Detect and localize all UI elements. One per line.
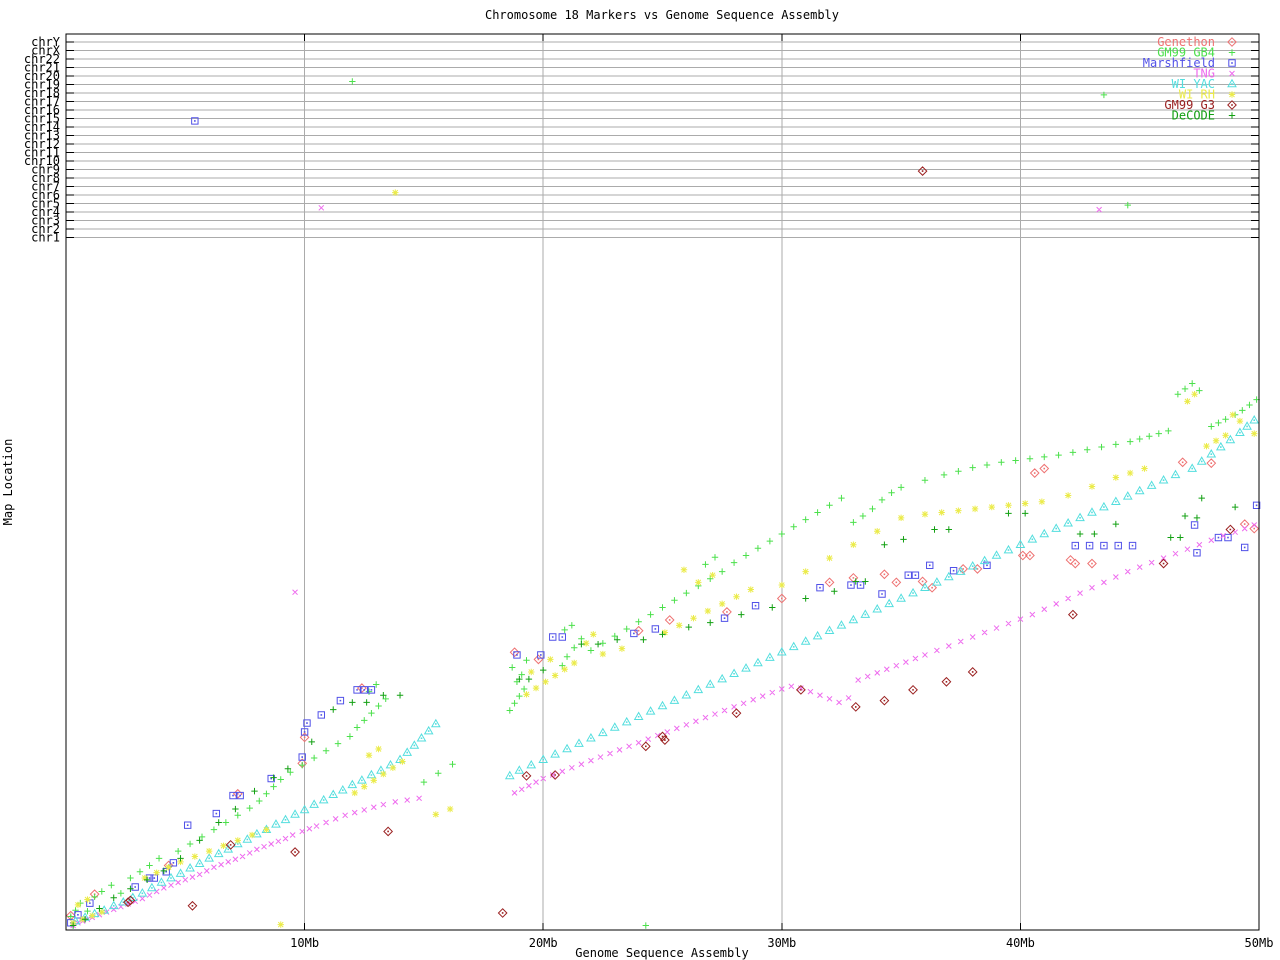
legend-marker-dot — [1231, 41, 1233, 43]
series-markers — [71, 205, 1257, 928]
legend-marker-dot — [1231, 83, 1233, 85]
series-marker-dots — [127, 170, 1231, 913]
chart-container: Chromosome 18 Markers vs Genome Sequence… — [0, 0, 1280, 960]
series-gm99-g3 — [124, 167, 1235, 917]
grid-layer — [66, 34, 1259, 930]
legend-marker-dot — [1231, 104, 1233, 106]
legend-marker — [1229, 91, 1235, 97]
x-tick-label: 50Mb — [1245, 936, 1274, 950]
chromosome-label: chr1 — [31, 230, 60, 244]
legend: GenethonGM99 GB4MarshfieldTNGWI YACWI RH… — [1143, 35, 1236, 123]
chart-title: Chromosome 18 Markers vs Genome Sequence… — [485, 8, 839, 22]
x-tick-label: 40Mb — [1006, 936, 1035, 950]
series-marker-dots — [75, 419, 1255, 921]
legend-marker — [1230, 71, 1235, 76]
x-tick-label: 20Mb — [529, 936, 558, 950]
x-tick-label: 10Mb — [290, 936, 319, 950]
series-markers — [70, 495, 1238, 929]
series-marker-dots — [70, 461, 1255, 916]
scatter-points-layer — [67, 78, 1260, 928]
series-marker-dots — [70, 120, 1257, 924]
axis-layer — [66, 34, 1259, 930]
series-wi-rh — [70, 189, 1257, 927]
series-markers — [68, 78, 1260, 928]
legend-marker — [1229, 112, 1235, 118]
legend-marker-dot — [1231, 62, 1233, 64]
series-decode — [70, 495, 1238, 929]
series-markers — [68, 118, 1260, 926]
series-markers — [124, 167, 1235, 917]
chart-canvas: Chromosome 18 Markers vs Genome Sequence… — [0, 0, 1280, 960]
plot-border — [66, 34, 1259, 930]
series-wi-yac — [72, 416, 1259, 924]
series-markers — [67, 458, 1259, 920]
x-tick-label: 30Mb — [767, 936, 796, 950]
series-tng — [71, 205, 1257, 928]
x-axis-label: Genome Sequence Assembly — [575, 946, 748, 960]
series-gm99-gb4 — [68, 78, 1260, 928]
series-marshfield — [68, 118, 1260, 926]
y-axis-label: Map Location — [1, 439, 15, 526]
series-markers — [72, 416, 1259, 924]
series-markers — [70, 189, 1257, 927]
axis-tick-labels: 10Mb20Mb30Mb40Mb50MbchrYchrXchr22chr21ch… — [24, 35, 1274, 950]
series-genethon — [67, 458, 1259, 920]
legend-item-label: DeCODE — [1172, 109, 1215, 123]
legend-item-decode: DeCODE — [1172, 109, 1236, 123]
